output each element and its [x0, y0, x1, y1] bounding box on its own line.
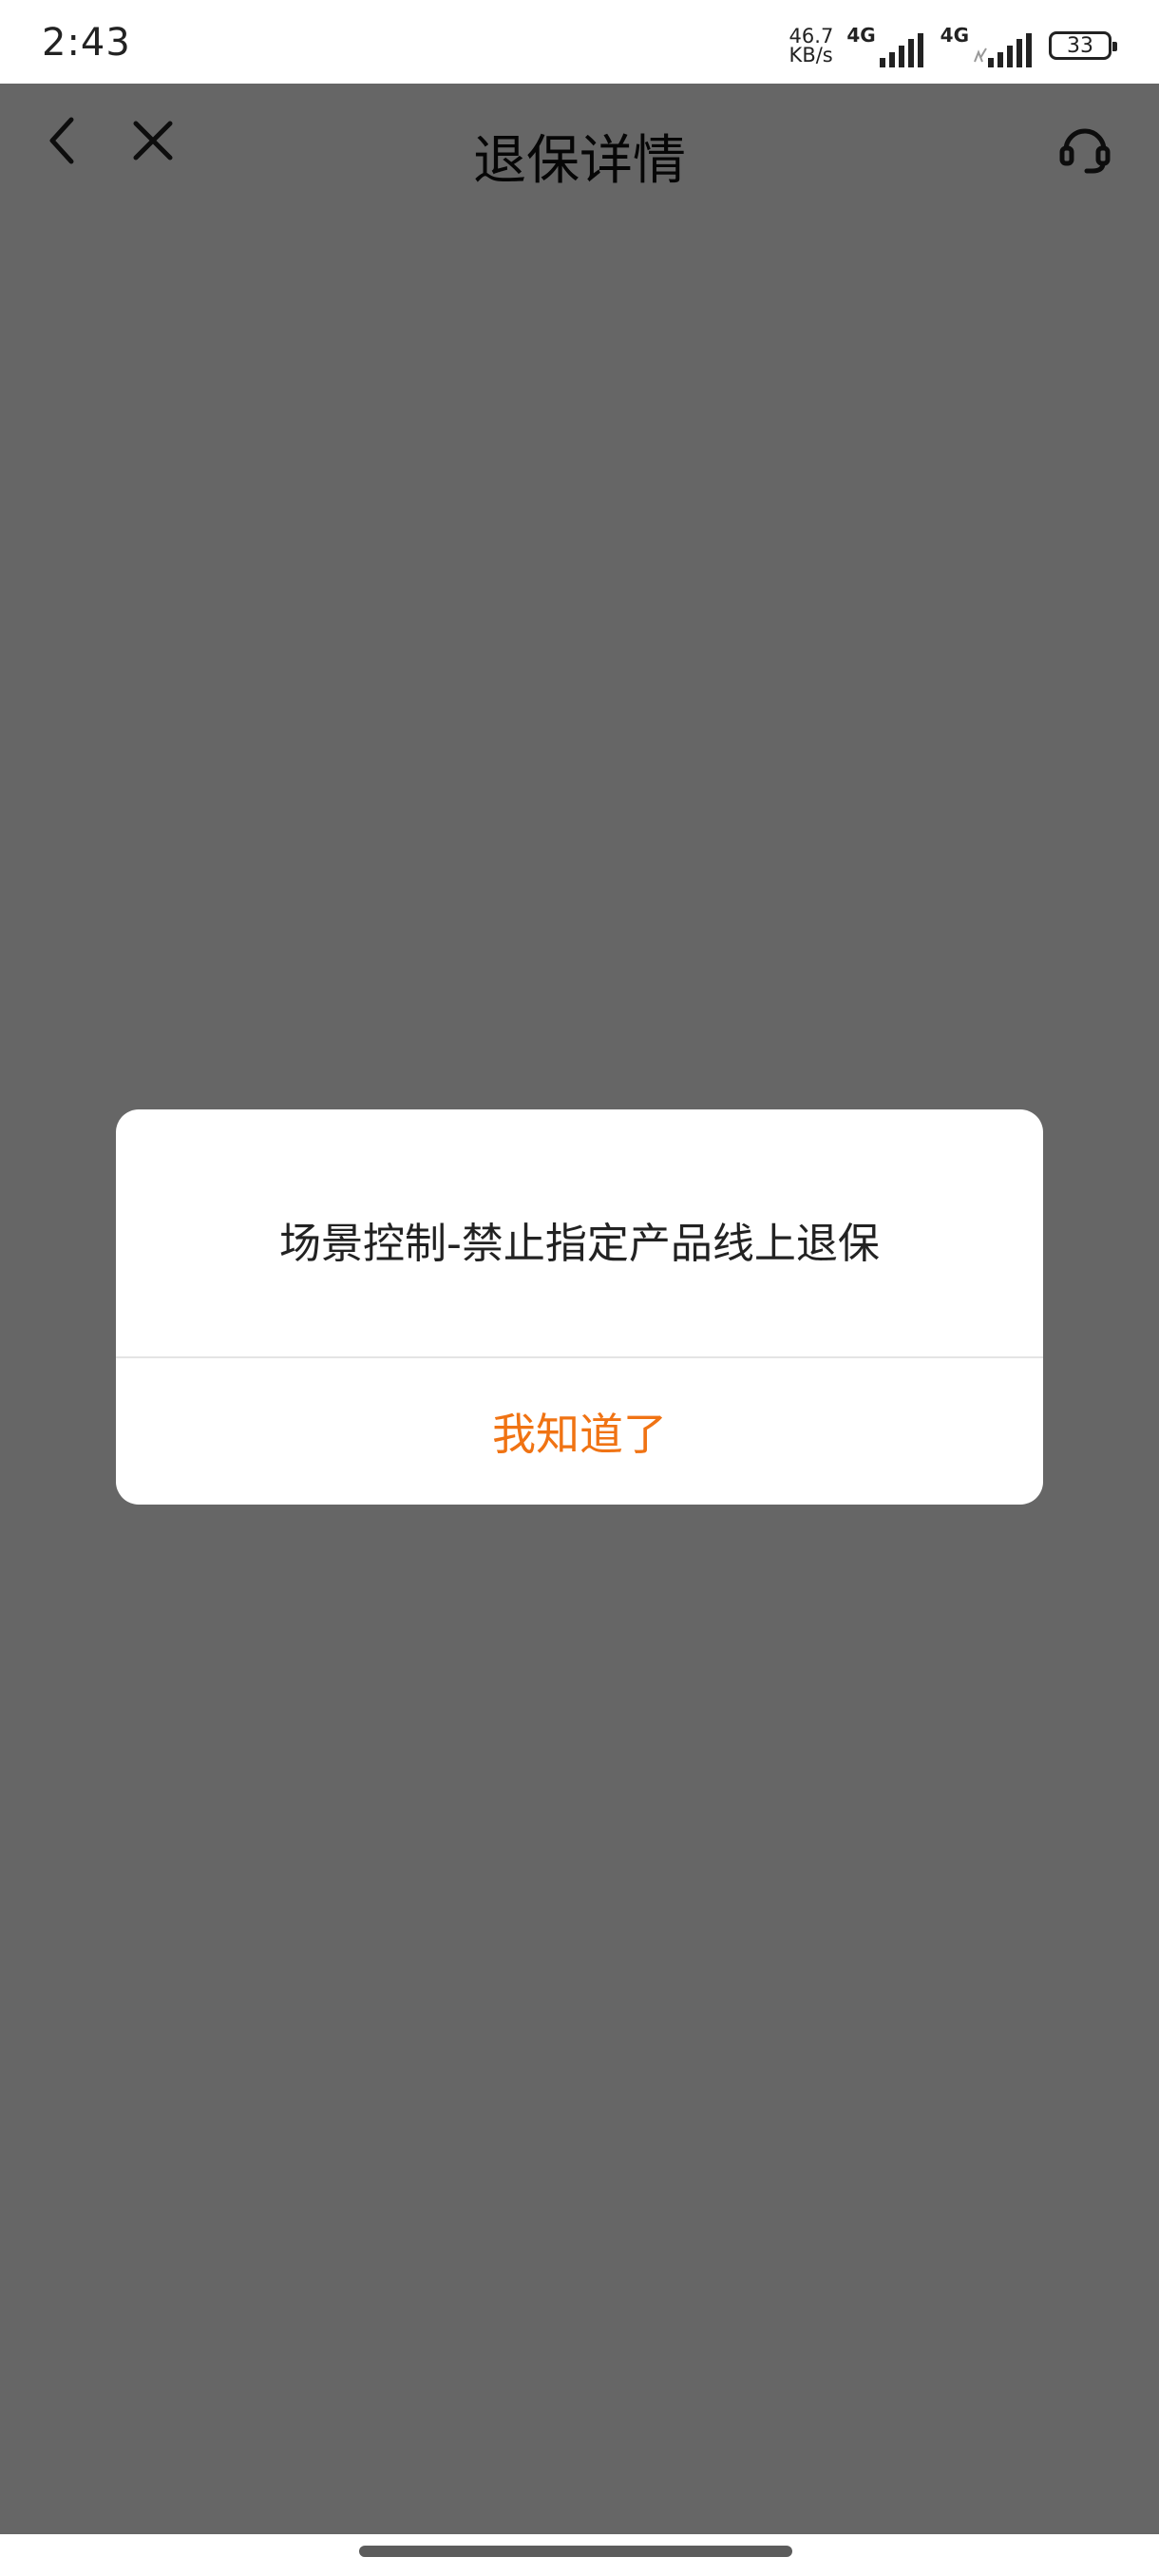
network-speed-unit: KB/s — [788, 44, 833, 66]
sim2-network-type: 4G — [940, 24, 969, 47]
network-speed: 46.7 KB/s — [788, 25, 834, 66]
signal-strength-icon — [974, 33, 1032, 67]
alert-dialog: 场景控制-禁止指定产品线上退保 我知道了 — [116, 1109, 1043, 1505]
gesture-area — [0, 2534, 1159, 2576]
home-gesture-handle[interactable] — [359, 2546, 792, 2557]
screen: 2:43 46.7 KB/s 4G 4G 33 场景控制-禁止指定产品线上退保 … — [0, 0, 1159, 2576]
battery-icon: 33 — [1049, 31, 1117, 60]
status-indicators: 46.7 KB/s 4G 4G 33 — [788, 21, 1117, 70]
status-time: 2:43 — [42, 21, 131, 65]
signal-strength-icon — [879, 33, 923, 67]
sim1-network-type: 4G — [846, 24, 876, 47]
battery-level: 33 — [1067, 33, 1093, 58]
network-speed-value: 46.7 — [788, 25, 834, 47]
status-bar: 2:43 46.7 KB/s 4G 4G 33 — [0, 0, 1159, 84]
dialog-message: 场景控制-禁止指定产品线上退保 — [279, 1220, 880, 1268]
confirm-button[interactable]: 我知道了 — [116, 1358, 1043, 1505]
sim2-signal: 4G — [940, 24, 1036, 67]
sim1-signal: 4G — [846, 24, 926, 67]
